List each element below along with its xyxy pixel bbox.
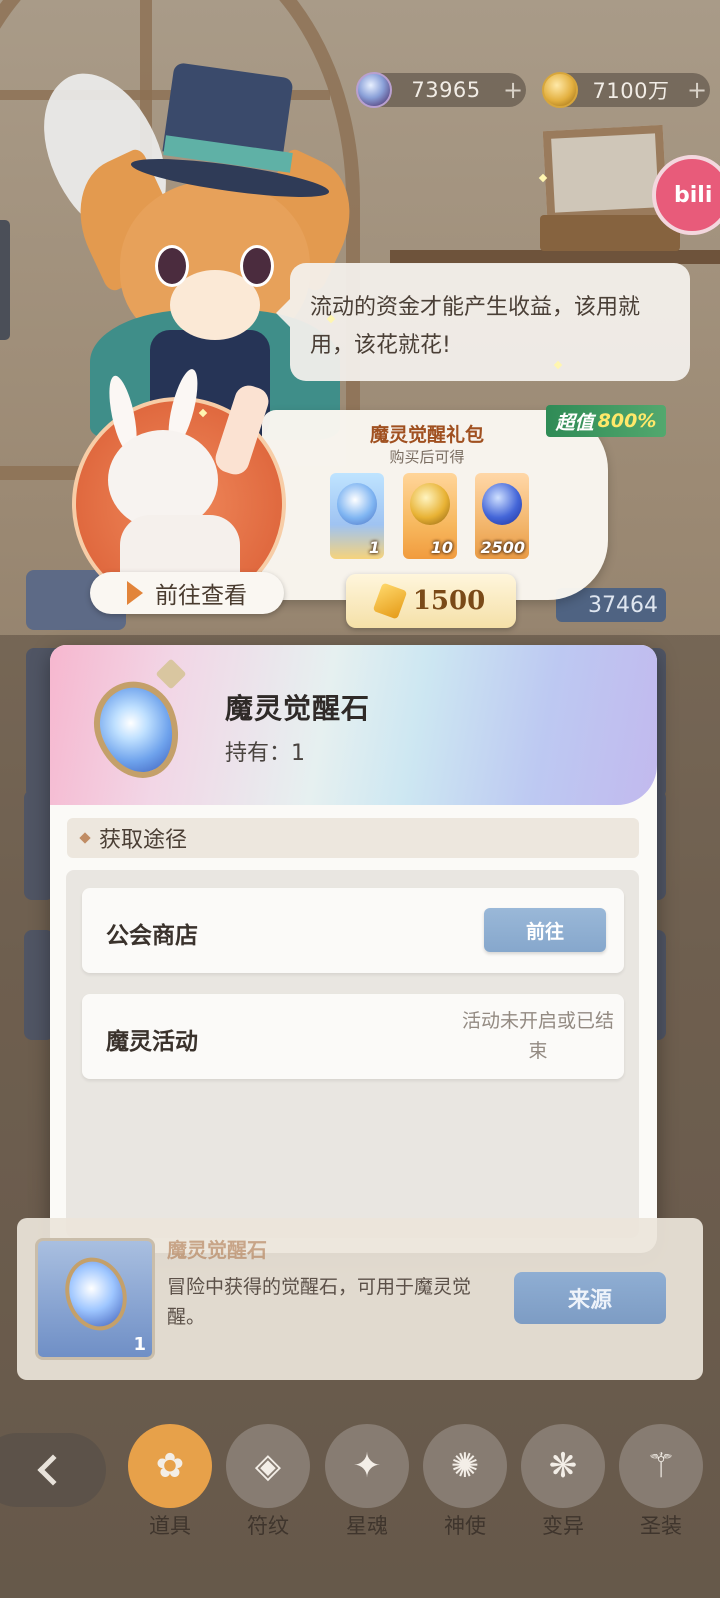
blue-berry-icon [482,483,522,525]
side-drawer-handle[interactable] [0,220,10,340]
gem-amount: 73965 [411,78,481,102]
source-name: 魔灵活动 [106,1029,198,1055]
holy-gear-icon: ⚚ [619,1424,703,1508]
shelf [390,250,720,264]
item-name: 魔灵觉醒石 [225,692,371,725]
angel-icon: ✺ [423,1424,507,1508]
add-gems-button[interactable]: + [500,76,526,104]
buy-pack-button[interactable]: 1500 [346,574,516,628]
gift-pack-subtitle: 购买后可得 [389,448,465,466]
source-name: 公会商店 [106,923,198,949]
decor-box [540,215,680,251]
merchant-speech-bubble: 流动的资金才能产生收益，该用就用，该花就花! [276,263,690,381]
star-card-icon: ✦ [325,1424,409,1508]
awakening-stone-icon [80,658,200,793]
gem-currency: 73965 + [356,72,526,108]
tab-items[interactable]: ✿ 道具 [125,1424,215,1540]
source-status: 活动未开启或已结束 [461,1010,614,1062]
gift-item-blue-berry[interactable]: 2500 [475,473,529,559]
gift-pack-card[interactable]: 魔灵觉醒礼包 购买后可得 1 10 2500 [262,410,608,600]
add-coins-button[interactable]: + [684,76,710,104]
rune-icon: ◈ [226,1424,310,1508]
play-arrow-icon [127,581,143,605]
tab-holy-gear[interactable]: ⚚ 圣装 [616,1424,706,1540]
gold-gem-icon [372,582,408,620]
gift-item-golden-orb[interactable]: 10 [403,473,457,559]
go-view-button[interactable]: 前往查看 [90,572,284,614]
selected-item-thumbnail[interactable]: 1 [35,1238,155,1360]
item-source-dialog: 魔灵觉醒石 持有：1 获取途径 公会商店 前往 魔灵活动 活动未开启或已结束 [50,645,657,1253]
coin-currency: 7100万 + [542,72,710,108]
coin-amount: 7100万 [592,79,670,103]
gift-item-awakening-stone[interactable]: 1 [330,473,384,559]
tab-runes[interactable]: ◈ 符纹 [223,1424,313,1540]
section-title-bar: 获取途径 [67,818,639,858]
value-badge: 超值 800% [546,405,666,437]
diamond-bullet-icon [79,832,91,844]
bag-icon: ✿ [128,1424,212,1508]
wall-picture [542,124,668,222]
description-text: 冒险中获得的觉醒石，可用于魔灵觉醒。 [167,1276,472,1328]
source-list: 公会商店 前往 魔灵活动 活动未开启或已结束 [66,870,639,1238]
coin-icon [542,72,578,108]
list-item: 魔灵活动 活动未开启或已结束 [82,994,624,1079]
gem-icon [356,72,392,108]
chevron-left-icon [37,1454,69,1486]
mutation-icon: ❋ [521,1424,605,1508]
awakening-stone-icon [337,483,377,525]
goto-guild-shop-button[interactable]: 前往 [484,908,606,952]
tab-envoy[interactable]: ✺ 神使 [420,1424,510,1540]
dialog-header: 魔灵觉醒石 持有：1 [50,645,657,805]
source-button[interactable]: 来源 [514,1272,666,1324]
item-description-panel: 1 魔灵觉醒石 冒险中获得的觉醒石，可用于魔灵觉醒。 来源 [17,1218,703,1380]
golden-orb-icon [410,483,450,525]
tab-star-soul[interactable]: ✦ 星魂 [322,1424,412,1540]
back-button[interactable] [0,1433,106,1507]
awakening-stone-icon [56,1249,136,1339]
gift-pack-title: 魔灵觉醒礼包 [369,424,484,446]
item-quantity: 1 [133,1334,146,1355]
tab-mutation[interactable]: ❋ 变异 [518,1424,608,1540]
list-item: 公会商店 前往 [82,888,624,973]
item-owned-count: 持有：1 [225,741,305,766]
description-title: 魔灵觉醒石 [167,1238,267,1262]
